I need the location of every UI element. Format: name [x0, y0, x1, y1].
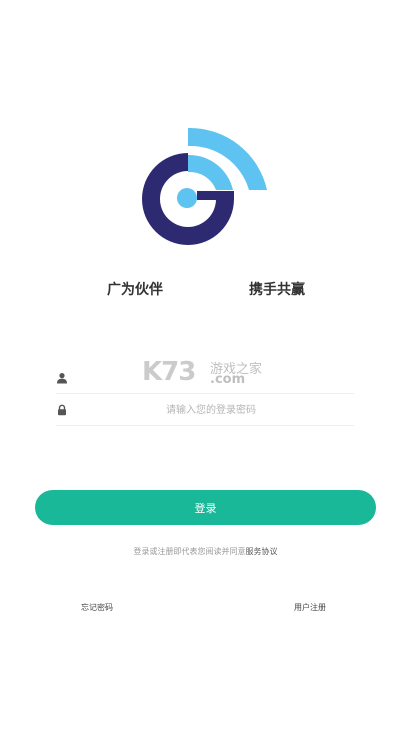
agreement-prefix: 登录或注册即代表您阅读并同意 [133, 547, 246, 556]
slogan-left: 广为伙伴 [107, 282, 163, 298]
username-field [56, 363, 354, 394]
login-button[interactable]: 登录 [35, 490, 376, 525]
service-agreement-link[interactable]: 服务协议 [246, 547, 278, 556]
agreement-text: 登录或注册即代表您阅读并同意服务协议 [0, 546, 411, 557]
password-input[interactable] [76, 397, 346, 423]
register-link[interactable]: 用户注册 [294, 602, 326, 613]
slogan-right: 携手共赢 [249, 282, 305, 298]
username-input[interactable] [76, 365, 346, 391]
forgot-password-link[interactable]: 忘记密码 [81, 602, 113, 613]
lock-icon [58, 404, 66, 416]
user-icon [57, 373, 67, 384]
app-logo [142, 127, 267, 245]
password-field [56, 395, 354, 426]
